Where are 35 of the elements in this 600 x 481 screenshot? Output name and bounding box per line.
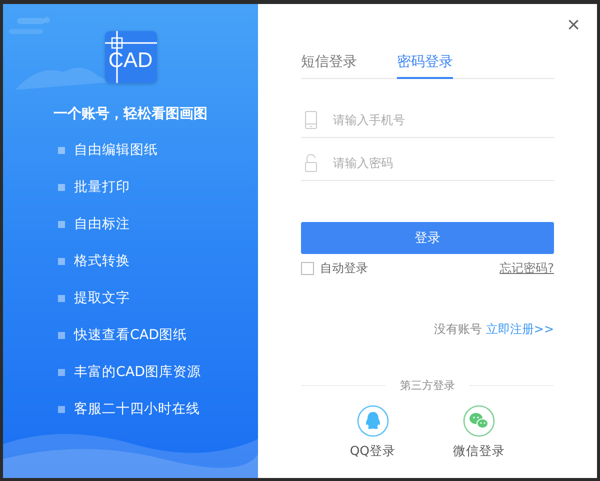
social-login-button[interactable]: QQ登录 xyxy=(350,405,396,460)
feature-text: 丰富的CAD图库资源 xyxy=(74,363,202,382)
bullet-icon xyxy=(58,220,65,228)
register-prompt: 没有账号 xyxy=(434,321,482,338)
feature-text: 提取文字 xyxy=(74,289,130,308)
feature-text: 格式转换 xyxy=(74,252,130,271)
input-field[interactable]: 请输入手机号 xyxy=(331,112,554,128)
login-button[interactable]: 登录 xyxy=(301,222,554,254)
lock-icon xyxy=(305,154,317,172)
close-button[interactable]: × xyxy=(564,14,583,36)
tagline: 一个账号，轻松看图画图 xyxy=(54,105,208,123)
feature-text: 客服二十四小时在线 xyxy=(74,400,200,419)
checkbox-label: 自动登录 xyxy=(320,260,368,277)
bullet-icon xyxy=(58,184,65,190)
bullet-icon xyxy=(58,258,65,264)
phone-icon xyxy=(305,111,317,129)
input-field[interactable]: 请输入密码 xyxy=(331,155,554,171)
bullet-icon xyxy=(58,368,65,376)
social-login-button[interactable]: 微信登录 xyxy=(453,405,506,460)
bullet-icon xyxy=(58,146,65,154)
bullet-icon xyxy=(58,294,65,302)
login-tab[interactable]: 短信登录 xyxy=(301,51,357,79)
feature-text: 自由标注 xyxy=(74,215,130,234)
feature-text: 批量打印 xyxy=(74,178,130,197)
bullet-icon xyxy=(58,332,65,338)
penguin-icon xyxy=(356,405,389,437)
login-tab[interactable]: 密码登录 xyxy=(397,51,453,79)
section-title: 第三方登录 xyxy=(400,378,455,393)
register-link[interactable]: 立即注册>> xyxy=(486,321,554,338)
feature-text: 自由编辑图纸 xyxy=(74,141,158,160)
checkbox[interactable] xyxy=(301,262,314,275)
forgot-password-link[interactable]: 忘记密码? xyxy=(500,260,554,277)
bullet-icon xyxy=(58,406,65,412)
feature-text: 快速查看CAD图纸 xyxy=(74,326,188,345)
chat-bubbles-icon xyxy=(463,405,496,437)
